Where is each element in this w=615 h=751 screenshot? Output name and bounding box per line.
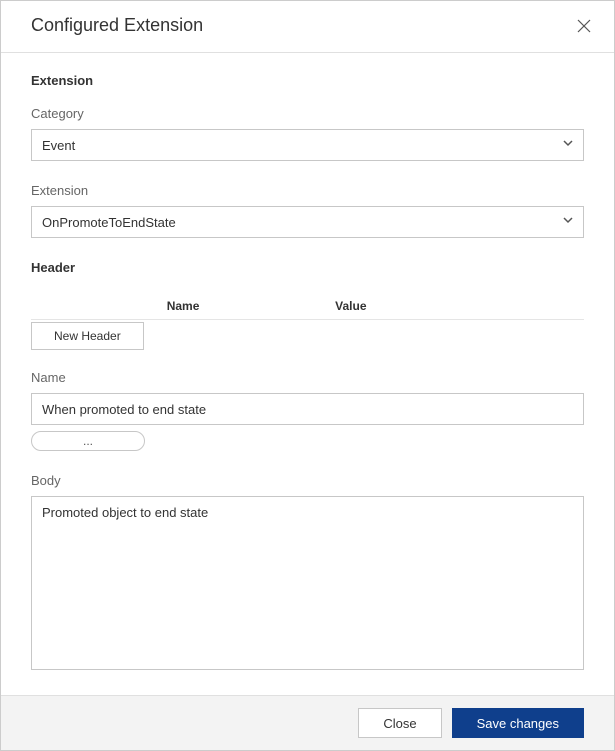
name-input[interactable] (31, 393, 584, 425)
body-textarea[interactable] (31, 496, 584, 670)
dialog-content: Extension Category Event Extension OnPro… (1, 53, 614, 695)
category-select[interactable]: Event (31, 129, 584, 161)
extension-select-value: OnPromoteToEndState (42, 215, 176, 230)
close-button[interactable]: Close (358, 708, 441, 738)
dialog-title: Configured Extension (31, 15, 203, 36)
header-col-value: Value (335, 299, 584, 313)
extension-section-title: Extension (31, 73, 584, 88)
name-more-button[interactable]: ... (31, 431, 145, 451)
category-label: Category (31, 106, 584, 121)
header-section-title: Header (31, 260, 584, 275)
dialog-footer: Close Save changes (1, 695, 614, 750)
close-icon[interactable] (576, 18, 592, 34)
ellipsis-icon: ... (83, 434, 93, 448)
name-label: Name (31, 370, 584, 385)
dialog-header: Configured Extension (1, 1, 614, 53)
header-table-head: Name Value (31, 293, 584, 320)
new-header-button[interactable]: New Header (31, 322, 144, 350)
header-col-name: Name (31, 299, 335, 313)
category-select-value: Event (42, 138, 75, 153)
body-label: Body (31, 473, 584, 488)
extension-label: Extension (31, 183, 584, 198)
extension-select[interactable]: OnPromoteToEndState (31, 206, 584, 238)
save-changes-button[interactable]: Save changes (452, 708, 584, 738)
